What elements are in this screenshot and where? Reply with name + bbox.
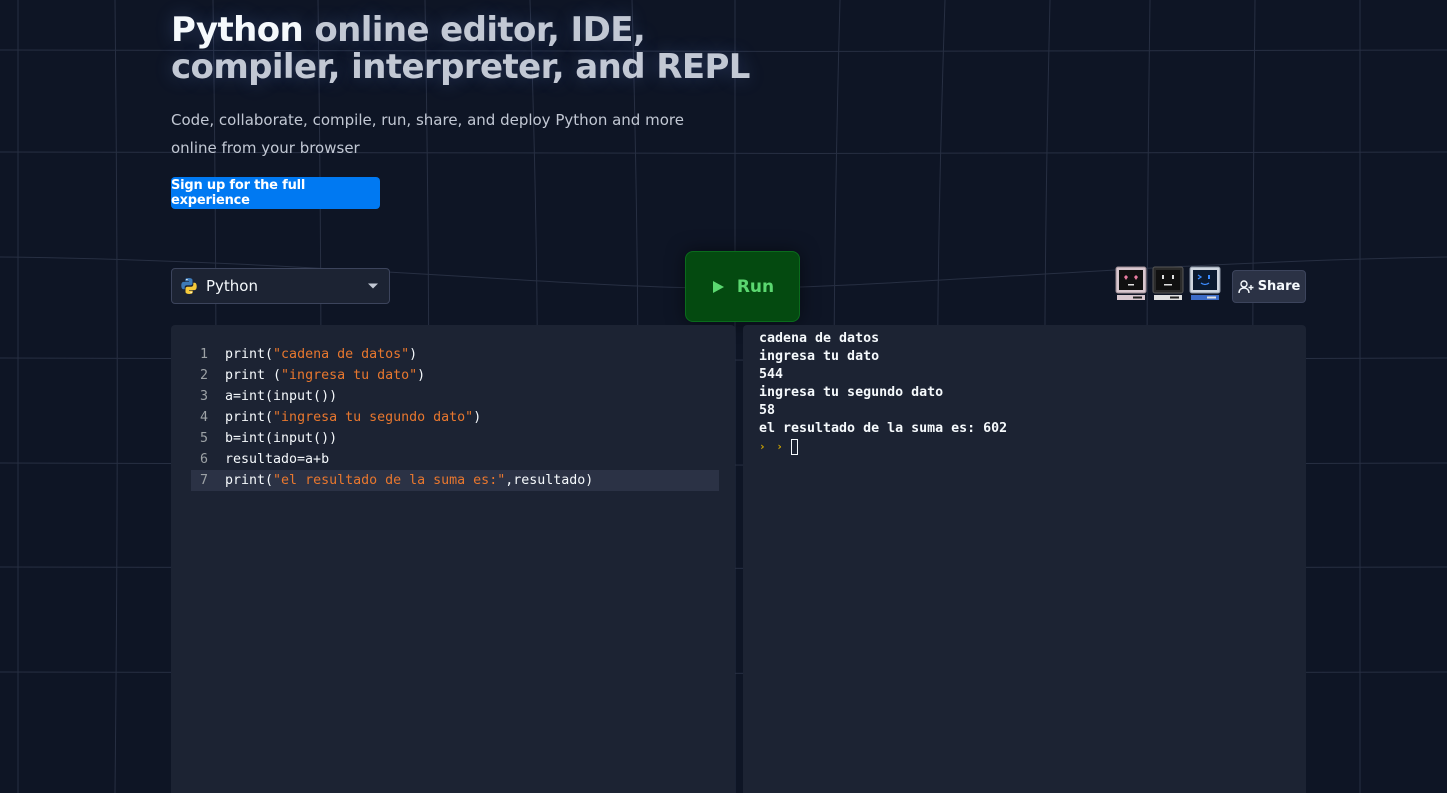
line-number: 3 <box>199 389 208 404</box>
code-token: ) <box>473 410 482 425</box>
code-line[interactable]: 6 resultado=a+b <box>191 449 719 470</box>
love-eyes-monitor-icon <box>1115 266 1147 302</box>
string-literal: "el resultado de la suma es:" <box>273 473 506 488</box>
share-button-label: Share <box>1257 279 1301 294</box>
code-token: print( <box>225 347 274 362</box>
console-line: ingresa tu segundo dato <box>759 385 944 400</box>
code-lines[interactable]: 1 print("cadena de datos") 2 print ("ingres… <box>191 344 719 491</box>
signup-button[interactable]: Sign up for the full experience <box>171 177 380 209</box>
code-face-monitor-icon <box>1189 266 1221 302</box>
code-line[interactable]: 7 print("el resultado de la suma es:",res… <box>191 470 719 491</box>
code-text: print("el resultado de la suma es:",resu… <box>225 470 593 491</box>
console-line: ingresa tu dato <box>759 349 880 364</box>
neutral-face-monitor-icon <box>1152 266 1184 302</box>
code-token: ) <box>417 368 426 383</box>
hero-section: Python online editor, IDE, compiler, int… <box>171 12 771 162</box>
line-number: 7 <box>199 473 208 488</box>
code-line[interactable]: 3 a=int(input()) <box>191 386 719 407</box>
console-output[interactable]: cadena de datos ingresa tu dato 544 ingresa… <box>743 325 1306 793</box>
code-token: b=int(input()) <box>225 431 338 446</box>
code-text: print ("ingresa tu dato") <box>225 365 425 386</box>
collaborator-avatars <box>1115 266 1221 302</box>
line-number: 6 <box>199 452 208 467</box>
code-text: a=int(input()) <box>225 386 337 407</box>
console-prompt[interactable]: › › <box>759 438 1007 456</box>
page-title: Python online editor, IDE, compiler, int… <box>171 12 771 86</box>
language-select[interactable]: Python <box>171 268 390 304</box>
code-text: b=int(input()) <box>225 428 337 449</box>
page-subtitle: Code, collaborate, compile, run, share, … <box>171 111 684 157</box>
add-user-icon <box>1237 279 1254 293</box>
code-token: ,resultado) <box>505 473 594 488</box>
console-line: 58 <box>759 403 776 418</box>
string-literal: "ingresa tu segundo dato" <box>273 410 474 425</box>
code-token: a=int(input()) <box>225 389 338 404</box>
code-text: resultado=a+b <box>225 449 329 470</box>
code-line[interactable]: 1 print("cadena de datos") <box>191 344 719 365</box>
code-token: print( <box>225 473 274 488</box>
console-line: el resultado de la suma es: 602 <box>759 421 1008 436</box>
string-literal: "cadena de datos" <box>273 347 410 362</box>
console-line: 544 <box>759 367 784 382</box>
code-line[interactable]: 5 b=int(input()) <box>191 428 719 449</box>
code-token: ) <box>409 347 418 362</box>
code-token: resultado=a+b <box>225 452 330 467</box>
string-literal: "ingresa tu dato" <box>281 368 418 383</box>
code-text: print("ingresa tu segundo dato") <box>225 407 481 428</box>
line-number: 1 <box>199 347 208 362</box>
run-button-label: Run <box>736 276 775 297</box>
line-number: 5 <box>199 431 208 446</box>
prompt-chevron-icon: › › <box>759 440 785 453</box>
page: Python online editor, IDE, compiler, int… <box>0 0 1447 793</box>
code-token: print ( <box>225 368 282 383</box>
console-line: cadena de datos <box>759 331 880 346</box>
language-select-value: Python <box>206 277 258 295</box>
chevron-down-icon <box>368 283 378 289</box>
line-number: 4 <box>199 410 208 425</box>
play-icon <box>712 280 724 293</box>
console-lines: cadena de datos ingresa tu dato 544 ingresa… <box>759 330 1007 456</box>
python-logo-icon <box>181 278 197 294</box>
text-cursor <box>790 439 798 455</box>
code-token: print( <box>225 410 274 425</box>
code-line[interactable]: 2 print ("ingresa tu dato") <box>191 365 719 386</box>
code-line[interactable]: 4 print("ingresa tu segundo dato") <box>191 407 719 428</box>
line-number: 2 <box>199 368 208 383</box>
run-button[interactable]: Run <box>685 251 800 322</box>
page-title-highlight: Python <box>171 10 304 50</box>
code-editor[interactable]: 1 print("cadena de datos") 2 print ("ingres… <box>171 325 735 793</box>
share-button[interactable]: Share <box>1232 270 1306 303</box>
code-text: print("cadena de datos") <box>225 344 417 365</box>
